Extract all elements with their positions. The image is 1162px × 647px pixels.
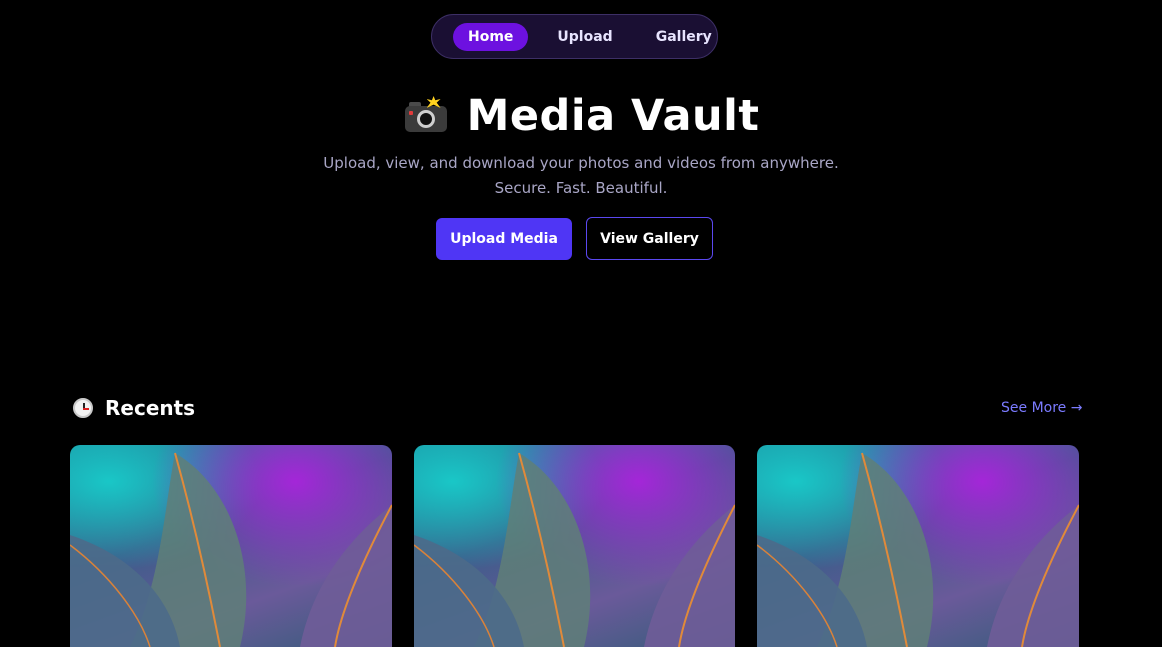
page: Home Upload Gallery Media Vault Upload, … <box>0 0 1162 647</box>
recents-title: Recents <box>105 396 196 420</box>
nav-upload[interactable]: Upload <box>542 23 627 51</box>
hero-subtitle-line2: Secure. Fast. Beautiful. <box>494 179 668 197</box>
skeleton-leaves-photo <box>414 452 735 647</box>
recents-header: Recents <box>73 396 195 420</box>
view-gallery-button[interactable]: View Gallery <box>586 217 713 260</box>
nav-gallery[interactable]: Gallery <box>641 23 727 51</box>
skeleton-leaves-photo <box>757 452 1079 647</box>
clock-icon <box>73 398 93 418</box>
nav-home[interactable]: Home <box>453 22 529 51</box>
hero-subtitle-line1: Upload, view, and download your photos a… <box>323 154 839 172</box>
hero-title: Media Vault <box>0 88 1162 144</box>
skeleton-leaves-photo <box>70 452 392 647</box>
camera-with-flash-icon <box>403 96 449 134</box>
recent-media-card[interactable] <box>70 445 392 647</box>
upload-media-button[interactable]: Upload Media <box>436 218 572 260</box>
top-nav: Home Upload Gallery <box>431 14 718 59</box>
recent-media-card[interactable] <box>414 445 735 647</box>
hero-title-text: Media Vault <box>466 91 760 141</box>
recent-media-card[interactable] <box>757 445 1079 647</box>
see-more-link[interactable]: See More → <box>1001 400 1082 416</box>
